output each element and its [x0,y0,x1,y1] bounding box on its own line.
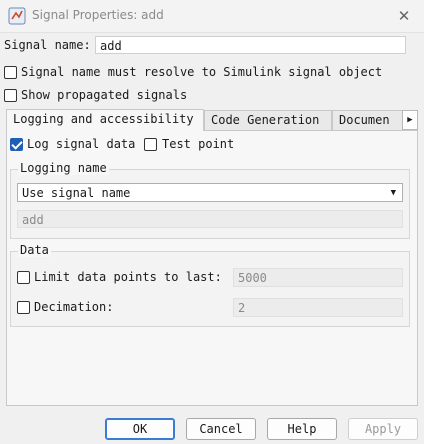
chevron-down-icon: ▼ [390,188,396,198]
logging-name-group: Logging name Use signal name ▼ add [10,161,410,239]
tab-scroll-right-icon[interactable]: ▶ [402,110,418,130]
signal-name-label: Signal name: [4,38,91,52]
show-propagated-signals-checkbox[interactable] [4,89,17,102]
tab-documentation[interactable]: Documen [332,110,404,130]
decimation-checkbox[interactable] [17,301,30,314]
test-point-checkbox[interactable] [144,138,157,151]
data-group-label: Data [18,243,51,257]
signal-name-input[interactable]: add [95,36,406,54]
data-group: Data Limit data points to last: 5000 Dec… [10,243,410,327]
limit-data-points-label: Limit data points to last: [34,270,222,284]
cancel-button[interactable]: Cancel [186,418,256,440]
close-icon[interactable]: ✕ [392,4,416,28]
window-title: Signal Properties: add [32,8,164,22]
test-point-label: Test point [162,137,235,151]
logging-name-field: add [17,210,403,228]
logging-name-group-label: Logging name [18,161,109,175]
ok-button[interactable]: OK [105,418,175,440]
limit-data-points-field: 5000 [233,268,403,287]
title-bar: Signal Properties: add ✕ [0,0,424,33]
decimation-label: Decimation: [34,300,114,314]
help-button[interactable]: Help [267,418,337,440]
resolve-signal-object-label: Signal name must resolve to Simulink sig… [21,65,383,79]
show-propagated-signals-label: Show propagated signals [21,88,188,102]
log-signal-data-checkbox[interactable] [10,138,23,151]
tab-panel: Log signal data Test point Logging name … [6,130,418,406]
simulink-app-icon [8,7,26,25]
logging-name-mode-value: Use signal name [22,186,131,200]
log-signal-data-label: Log signal data [27,137,136,151]
tab-logging-and-accessibility[interactable]: Logging and accessibility [6,109,204,131]
tab-bar: Logging and accessibility Code Generatio… [6,109,418,131]
resolve-signal-object-checkbox[interactable] [4,66,17,79]
limit-data-points-checkbox[interactable] [17,271,30,284]
logging-name-dropdown[interactable]: Use signal name ▼ [17,183,403,202]
tab-code-generation[interactable]: Code Generation [204,110,332,130]
decimation-field: 2 [233,298,403,317]
apply-button[interactable]: Apply [348,418,418,440]
